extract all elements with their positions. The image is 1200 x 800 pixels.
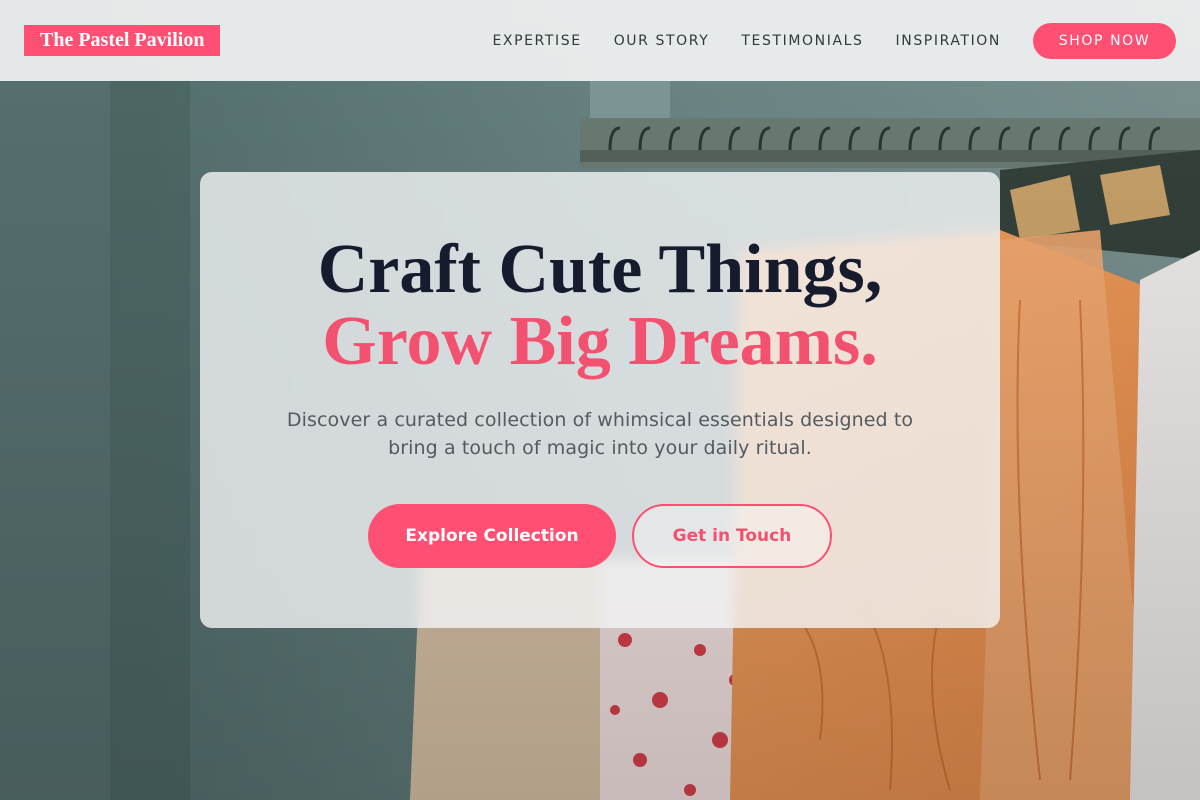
brand-logo[interactable]: The Pastel Pavilion [24, 25, 221, 56]
main-nav: EXPERTISE OUR STORY TESTIMONIALS INSPIRA… [492, 22, 1176, 59]
shop-now-button[interactable]: SHOP NOW [1033, 22, 1176, 59]
nav-item-testimonials[interactable]: TESTIMONIALS [741, 33, 863, 49]
hero-headline-line1: Craft Cute Things, [317, 231, 883, 308]
site-header: The Pastel Pavilion EXPERTISE OUR STORY … [0, 0, 1200, 81]
hero-cta-row: Explore Collection Get in Touch [368, 504, 832, 568]
nav-item-expertise[interactable]: EXPERTISE [492, 33, 581, 49]
hero-headline-line2: Grow Big Dreams. [322, 303, 878, 380]
hero-card: Craft Cute Things, Grow Big Dreams. Disc… [200, 172, 1000, 628]
hero-subtext: Discover a curated collection of whimsic… [286, 409, 914, 459]
explore-collection-button[interactable]: Explore Collection [368, 504, 616, 568]
get-in-touch-button[interactable]: Get in Touch [632, 504, 832, 568]
nav-item-inspiration[interactable]: INSPIRATION [896, 33, 1001, 49]
nav-item-our-story[interactable]: OUR STORY [614, 33, 710, 49]
hero-headline: Craft Cute Things, Grow Big Dreams. [318, 234, 883, 378]
